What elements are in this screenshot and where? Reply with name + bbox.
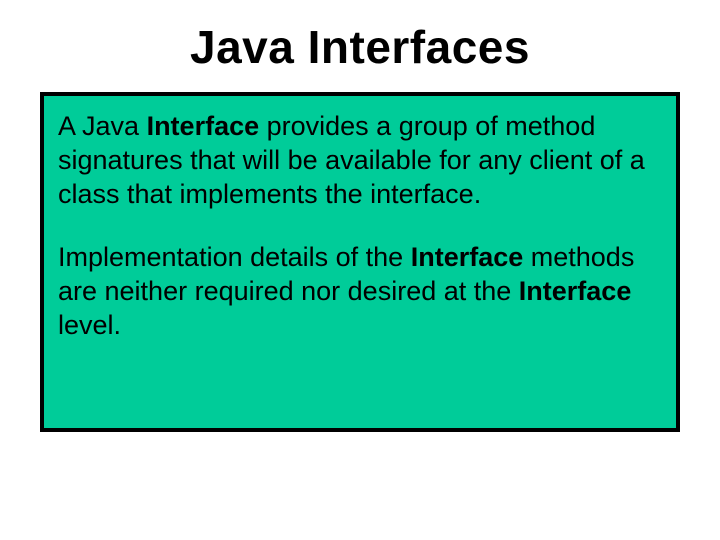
p1-text-pre: A Java — [58, 111, 147, 141]
slide: Java Interfaces A Java Interface provide… — [0, 0, 720, 540]
p2-bold-interface-1: Interface — [411, 242, 524, 272]
paragraph-2: Implementation details of the Interface … — [58, 241, 662, 342]
slide-title: Java Interfaces — [40, 20, 680, 74]
p2-bold-interface-2: Interface — [519, 276, 632, 306]
p1-bold-interface: Interface — [147, 111, 260, 141]
paragraph-1: A Java Interface provides a group of met… — [58, 110, 662, 211]
p2-text-post: level. — [58, 310, 121, 340]
content-panel: A Java Interface provides a group of met… — [40, 92, 680, 432]
p2-text-pre: Implementation details of the — [58, 242, 411, 272]
